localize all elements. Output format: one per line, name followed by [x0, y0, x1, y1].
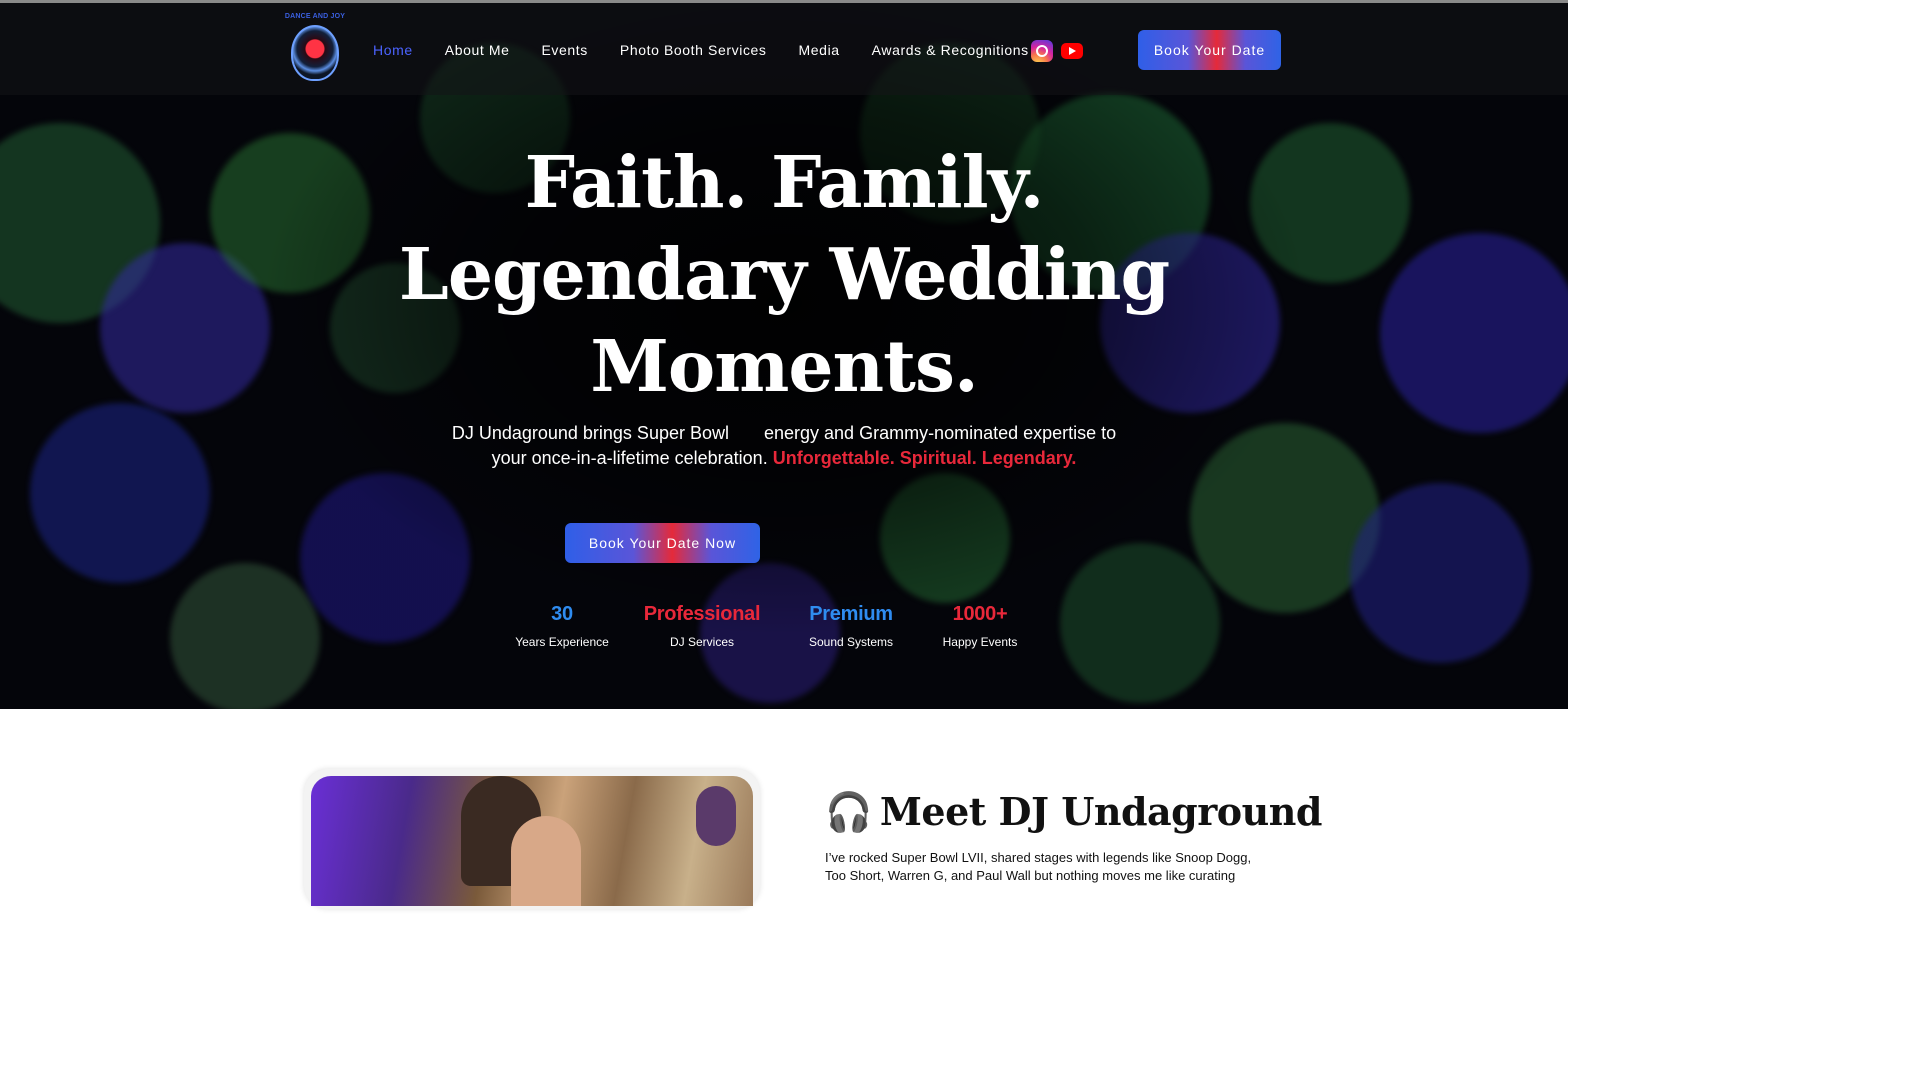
stat-value: 1000+: [952, 603, 1008, 625]
subtitle-part-1: DJ Undaground brings Super Bowl: [451, 423, 729, 443]
headline-line-3: Moments.: [590, 324, 978, 408]
about-text: I’ve rocked Super Bowl LVII, shared stag…: [825, 850, 1252, 883]
subtitle-highlight: Unforgettable. Spiritual. Legendary.: [772, 448, 1077, 468]
stat-label: DJ Services: [669, 635, 734, 649]
top-navigation: DANCE AND JOY Home About Me Events Photo…: [0, 3, 1568, 95]
hero-section: DANCE AND JOY Home About Me Events Photo…: [0, 3, 1568, 709]
headphones-icon: 🎧: [825, 789, 872, 834]
stat-years: 30 Years Experience: [482, 603, 642, 649]
stat-value: Professional: [643, 603, 761, 625]
about-title: 🎧 Meet DJ Undaground: [825, 789, 1322, 835]
nav-item-events[interactable]: Events: [541, 42, 587, 58]
nav-item-about-me[interactable]: About Me: [445, 42, 510, 58]
headline-line-1: Faith. Family.: [524, 140, 1045, 224]
stat-label: Years Experience: [515, 635, 609, 649]
nav-item-media[interactable]: Media: [799, 42, 840, 58]
dj-photo-frame: [304, 769, 760, 909]
logo-text: DANCE AND JOY: [284, 13, 346, 20]
stat-label: Happy Events: [942, 635, 1018, 649]
hero-subtitle: DJ Undaground brings Super Bowl energy a…: [444, 421, 1124, 471]
stat-events: 1000+ Happy Events: [900, 603, 1060, 649]
about-section: 🎧 Meet DJ Undaground I’ve rocked Super Bo…: [0, 709, 1568, 909]
book-your-date-button[interactable]: Book Your Date: [1138, 30, 1281, 70]
about-title-text: Meet DJ Undaground: [879, 789, 1323, 834]
book-your-date-now-button[interactable]: Book Your Date Now: [565, 523, 760, 563]
dj-logo-icon: [291, 25, 339, 81]
stat-value: 30: [551, 603, 573, 625]
nav-item-awards-recognitions[interactable]: Awards & Recognitions: [872, 42, 1029, 58]
nav-links: Home About Me Events Photo Booth Service…: [373, 42, 1061, 58]
dj-photo: [311, 776, 753, 906]
instagram-icon[interactable]: [1031, 40, 1053, 62]
nav-item-photo-booth-services[interactable]: Photo Booth Services: [620, 42, 767, 58]
nav-item-home[interactable]: Home: [373, 42, 413, 58]
brand-logo[interactable]: DANCE AND JOY: [282, 13, 348, 87]
headline-line-2: Legendary Wedding: [398, 232, 1170, 316]
hero-headline: Faith. Family. Legendary Wedding Moments…: [384, 136, 1184, 412]
youtube-icon[interactable]: [1061, 43, 1083, 59]
stat-professional: Professional DJ Services: [622, 603, 782, 649]
